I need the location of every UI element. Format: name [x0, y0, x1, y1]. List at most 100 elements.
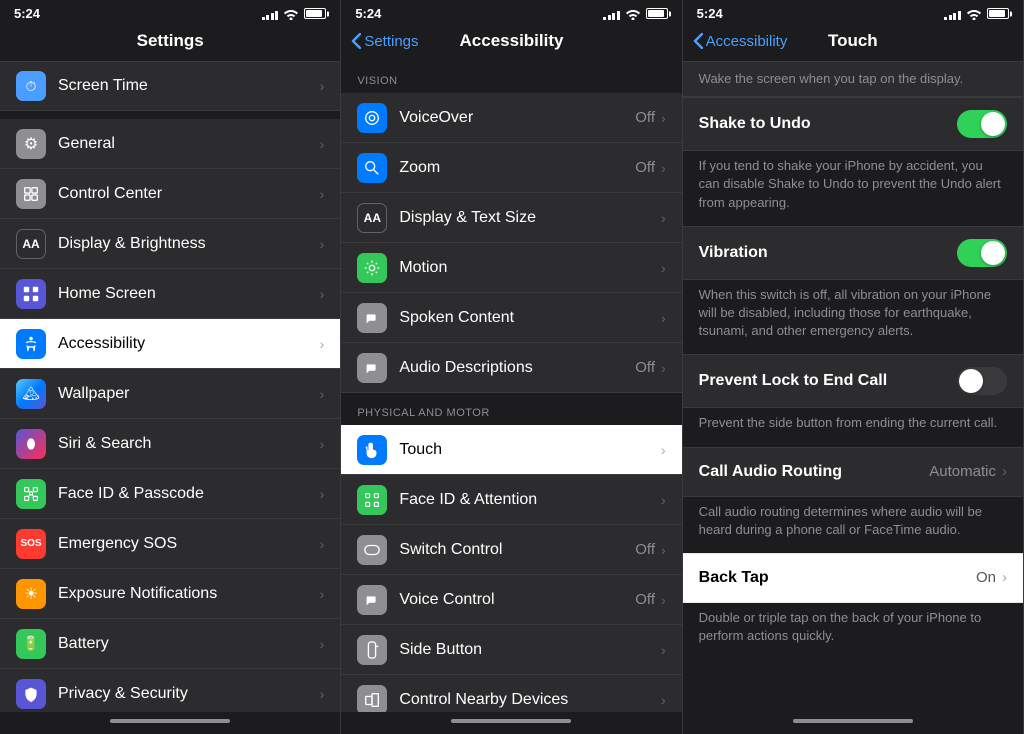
settings-item-battery[interactable]: 🔋 Battery ›: [0, 619, 340, 669]
vision-section-label: VISION: [341, 61, 681, 93]
accessibility-item-control-nearby[interactable]: Control Nearby Devices ›: [341, 675, 681, 712]
prevent-lock-toggle[interactable]: [957, 367, 1007, 395]
signal-icon-3: [944, 8, 961, 20]
home-indicator-1: [0, 712, 340, 734]
call-audio-desc: Call audio routing determines where audi…: [683, 497, 1023, 549]
settings-item-display-brightness[interactable]: AA Display & Brightness ›: [0, 219, 340, 269]
vibration-desc: When this switch is off, all vibration o…: [683, 280, 1023, 351]
nav-header-2: Settings Accessibility: [341, 25, 681, 61]
status-icons-3: [944, 8, 1009, 20]
general-label: General: [58, 135, 320, 153]
touch-back-button[interactable]: Accessibility: [693, 33, 788, 50]
settings-item-privacy[interactable]: Privacy & Security ›: [0, 669, 340, 712]
audio-desc-icon: [357, 353, 387, 383]
battery-label: Battery: [58, 635, 320, 653]
settings-item-wallpaper[interactable]: 🏔 Wallpaper ›: [0, 369, 340, 419]
back-tap-label: Back Tap: [699, 569, 769, 587]
control-nearby-chevron: ›: [661, 692, 666, 708]
accessibility-item-switch[interactable]: Switch Control Off ›: [341, 525, 681, 575]
touch-title: Touch: [828, 31, 878, 51]
physical-section-label: PHYSICAL AND MOTOR: [341, 393, 681, 425]
status-icons-2: [603, 8, 668, 20]
back-tap-chevron: ›: [1002, 569, 1007, 586]
settings-list: ⏱ Screen Time › ⚙ General › Control Cent…: [0, 61, 340, 712]
accessibility-item-zoom[interactable]: Zoom Off ›: [341, 143, 681, 193]
privacy-label: Privacy & Security: [58, 685, 320, 703]
signal-icon-2: [603, 8, 620, 20]
settings-item-home-screen[interactable]: Home Screen ›: [0, 269, 340, 319]
control-center-icon: [16, 179, 46, 209]
screen-time-label: Screen Time: [58, 77, 320, 95]
wallpaper-chevron: ›: [320, 386, 325, 402]
screen-time-chevron: ›: [320, 78, 325, 94]
home-screen-icon: [16, 279, 46, 309]
battery-icon-1: [304, 8, 326, 19]
display-icon: AA: [16, 229, 46, 259]
switch-value: Off: [635, 541, 655, 558]
siri-label: Siri & Search: [58, 435, 320, 453]
settings-item-siri[interactable]: Siri & Search ›: [0, 419, 340, 469]
general-icon: ⚙: [16, 129, 46, 159]
wifi-icon-2: [625, 8, 641, 20]
vibration-toggle[interactable]: [957, 239, 1007, 267]
shake-to-undo-toggle[interactable]: [957, 110, 1007, 138]
settings-item-exposure[interactable]: ☀ Exposure Notifications ›: [0, 569, 340, 619]
accessibility-item-spoken[interactable]: Spoken Content ›: [341, 293, 681, 343]
control-nearby-label: Control Nearby Devices: [399, 691, 661, 709]
status-time-1: 5:24: [14, 6, 40, 21]
voiceover-chevron: ›: [661, 110, 666, 126]
home-screen-chevron: ›: [320, 286, 325, 302]
control-center-label: Control Center: [58, 185, 320, 203]
accessibility-item-display-text[interactable]: AA Display & Text Size ›: [341, 193, 681, 243]
settings-item-screen-time[interactable]: ⏱ Screen Time ›: [0, 61, 340, 111]
accessibility-item-motion[interactable]: Motion ›: [341, 243, 681, 293]
accessibility-panel: 5:24 Settings Accessibility VISION Voice…: [341, 0, 682, 734]
separator-1: [0, 111, 340, 119]
accessibility-item-touch[interactable]: Touch ›: [341, 425, 681, 475]
call-audio-row[interactable]: Call Audio Routing Automatic ›: [683, 447, 1023, 497]
audio-desc-value: Off: [635, 359, 655, 376]
settings-item-face-id[interactable]: Face ID & Passcode ›: [0, 469, 340, 519]
spoken-label: Spoken Content: [399, 309, 661, 327]
wifi-icon-1: [283, 8, 299, 20]
voiceover-icon: [357, 103, 387, 133]
touch-chevron: ›: [661, 442, 666, 458]
side-button-icon: [357, 635, 387, 665]
call-audio-chevron: ›: [1002, 463, 1007, 480]
display-chevron: ›: [320, 236, 325, 252]
accessibility-back-button[interactable]: Settings: [351, 33, 418, 50]
accessibility-item-side-button[interactable]: Side Button ›: [341, 625, 681, 675]
vibration-label: Vibration: [699, 244, 768, 262]
motion-label: Motion: [399, 259, 661, 277]
back-tap-value-container: On ›: [976, 569, 1007, 586]
accessibility-list: VISION VoiceOver Off › Zoom Off › AA Dis…: [341, 61, 681, 712]
accessibility-title: Accessibility: [460, 31, 564, 51]
screen-time-icon: ⏱: [16, 71, 46, 101]
spoken-chevron: ›: [661, 310, 666, 326]
accessibility-item-voiceover[interactable]: VoiceOver Off ›: [341, 93, 681, 143]
shake-to-undo-row[interactable]: Shake to Undo: [683, 97, 1023, 151]
settings-item-control-center[interactable]: Control Center ›: [0, 169, 340, 219]
audio-desc-label: Audio Descriptions: [399, 359, 635, 377]
face-attention-icon: [357, 485, 387, 515]
face-id-label: Face ID & Passcode: [58, 485, 320, 503]
exposure-chevron: ›: [320, 586, 325, 602]
touch-label: Touch: [399, 441, 661, 459]
emergency-label: Emergency SOS: [58, 535, 320, 553]
prevent-lock-row[interactable]: Prevent Lock to End Call: [683, 354, 1023, 408]
display-label: Display & Brightness: [58, 235, 320, 253]
accessibility-item-voice-control[interactable]: Voice Control Off ›: [341, 575, 681, 625]
vibration-row[interactable]: Vibration: [683, 226, 1023, 280]
accessibility-item-face-attention[interactable]: Face ID & Attention ›: [341, 475, 681, 525]
accessibility-item-audio-desc[interactable]: Audio Descriptions Off ›: [341, 343, 681, 393]
settings-item-general[interactable]: ⚙ General ›: [0, 119, 340, 169]
settings-item-emergency-sos[interactable]: SOS Emergency SOS ›: [0, 519, 340, 569]
back-tap-row[interactable]: Back Tap On ›: [683, 553, 1023, 603]
accessibility-label: Accessibility: [58, 335, 320, 353]
general-chevron: ›: [320, 136, 325, 152]
face-id-chevron: ›: [320, 486, 325, 502]
zoom-chevron: ›: [661, 160, 666, 176]
call-audio-label: Call Audio Routing: [699, 463, 842, 481]
shake-to-undo-section: Shake to Undo If you tend to shake your …: [683, 97, 1023, 222]
settings-item-accessibility[interactable]: Accessibility ›: [0, 319, 340, 369]
